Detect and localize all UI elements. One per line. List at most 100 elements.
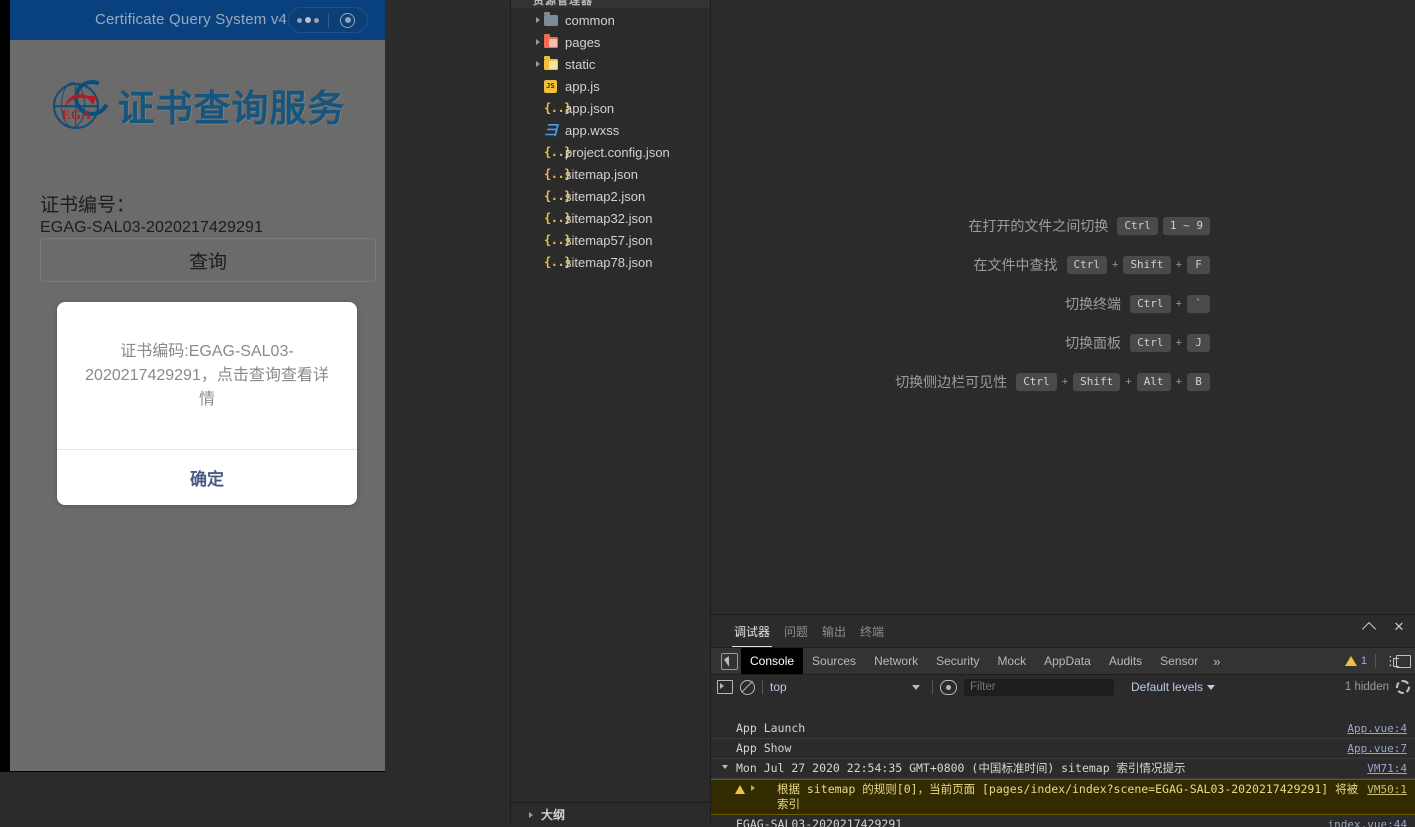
file-tree-item-label: app.wxss — [565, 122, 620, 138]
file-tree-item[interactable]: {..} sitemap78.json — [511, 251, 710, 273]
file-tree-item-label: sitemap32.json — [565, 210, 653, 226]
chevron-right-icon[interactable] — [531, 9, 544, 31]
devtools-tab-1[interactable]: 调试器 — [727, 623, 777, 647]
devtools-panel-tab[interactable]: Audits — [1100, 648, 1151, 674]
js-file-icon: JS — [544, 79, 563, 93]
more-dots-icon[interactable] — [289, 17, 328, 23]
file-tree[interactable]: common pages static JS app.js {..} app.json 彐 ap… — [511, 9, 710, 273]
close-panel-button[interactable]: ✕ — [1391, 619, 1407, 635]
warning-triangle-icon — [1344, 656, 1357, 666]
key-joiner: + — [1175, 337, 1182, 349]
chevron-down-icon[interactable] — [722, 765, 728, 769]
more-panels-button[interactable]: » — [1207, 654, 1226, 669]
devtools-tab-3[interactable]: 输出 — [815, 623, 853, 647]
log-levels-select[interactable]: Default levels — [1131, 680, 1216, 694]
file-tree-item[interactable]: {..} app.json — [511, 97, 710, 119]
miniprogram-titlebar: Certificate Query System v4.1 — [10, 0, 385, 40]
execution-context-select[interactable]: top — [770, 680, 925, 694]
file-tree-item[interactable]: {..} sitemap57.json — [511, 229, 710, 251]
devtools-panel-tab[interactable]: AppData — [1035, 648, 1100, 674]
expand-arrow-icon[interactable] — [751, 785, 755, 791]
chevron-right-icon — [529, 812, 541, 818]
hidden-messages-count: 1 hidden — [1344, 681, 1389, 693]
log-levels-label: Default levels — [1131, 680, 1204, 694]
console-row-text: 根据 sitemap 的规则[0]，当前页面 [pages/index/inde… — [777, 782, 1359, 811]
devtools-panel-tab[interactable]: Mock — [988, 648, 1035, 674]
keycap: Ctrl — [1016, 373, 1057, 391]
file-tree-item[interactable]: {..} project.config.json — [511, 141, 710, 163]
simulator-phone: Certificate Query System v4.1 EGA 证书查询服务… — [10, 0, 385, 771]
inspect-element-button[interactable] — [717, 651, 741, 671]
gear-icon[interactable] — [1396, 680, 1410, 694]
console-row-source[interactable]: App.vue:7 — [1347, 741, 1415, 756]
console-row-source[interactable]: VM50:1 — [1367, 782, 1415, 797]
chevron-right-icon[interactable] — [531, 31, 544, 53]
devtools-window-buttons: ✕ — [1361, 619, 1407, 636]
shortcut-label: 在打开的文件之间切换 — [968, 218, 1109, 234]
target-circle-icon[interactable] — [329, 12, 368, 28]
console-row[interactable]: App Show App.vue:7 — [711, 739, 1415, 759]
key-joiner: + — [1125, 376, 1132, 388]
keycap: Ctrl — [1130, 295, 1171, 313]
capsule-button[interactable] — [288, 7, 368, 33]
file-tree-item[interactable]: {..} sitemap32.json — [511, 207, 710, 229]
key-joiner: + — [1175, 376, 1182, 388]
file-tree-item[interactable]: JS app.js — [511, 75, 710, 97]
shortcut-row: 切换面板 Ctrl + J — [895, 333, 1210, 353]
keycap: Shift — [1123, 256, 1171, 274]
devtools-panel-tab[interactable]: Security — [927, 648, 988, 674]
logo-text: EGA — [61, 107, 92, 122]
devtools-panel-tab[interactable]: Sensor — [1151, 648, 1207, 674]
console-row[interactable]: EGAG-SAL03-2020217429291 index.vue:44 — [711, 815, 1415, 827]
json-file-icon: {..} — [544, 167, 571, 181]
execution-context-value: top — [770, 680, 787, 694]
file-tree-item[interactable]: {..} sitemap.json — [511, 163, 710, 185]
file-tree-item[interactable]: pages — [511, 31, 710, 53]
key-joiner: + — [1175, 298, 1182, 310]
live-expression-icon[interactable] — [940, 679, 957, 695]
collapse-panel-button[interactable] — [1361, 619, 1377, 636]
outline-section[interactable]: 大纲 — [511, 802, 710, 826]
devtools-tab-4[interactable]: 终端 — [853, 623, 891, 647]
dock-side-icon[interactable] — [1393, 654, 1411, 668]
file-tree-item[interactable]: common — [511, 9, 710, 31]
query-button[interactable]: 查询 — [40, 238, 376, 282]
console-row-source[interactable]: VM71:4 — [1367, 761, 1415, 776]
devtools-panel-tab[interactable]: Network — [865, 648, 927, 674]
devtools-status-area: 1 ⋮ — [1344, 648, 1411, 674]
dialog-message: 证书编码:EGAG-SAL03-2020217429291，点击查询查看详情 — [85, 342, 329, 408]
warning-triangle-icon — [735, 785, 745, 794]
console-sidebar-icon[interactable] — [717, 680, 733, 694]
keycap: J — [1187, 334, 1210, 352]
certificate-number-input[interactable]: EGAG-SAL03-2020217429291 — [40, 219, 263, 237]
devtools-panel-tabbar[interactable]: Console Sources Network Security Mock AppData… — [711, 647, 1415, 674]
console-output[interactable]: App Launch App.vue:4 App Show App.vue:7 Mon … — [711, 719, 1415, 827]
console-filter-input[interactable] — [964, 678, 1114, 696]
console-row[interactable]: App Launch App.vue:4 — [711, 719, 1415, 739]
keycap: 1 ~ 9 — [1162, 217, 1210, 235]
file-tree-item[interactable]: static — [511, 53, 710, 75]
file-tree-item[interactable]: 彐 app.wxss — [511, 119, 710, 141]
chevron-right-icon[interactable] — [531, 53, 544, 75]
dialog-confirm-button[interactable]: 确定 — [57, 450, 357, 505]
devtools-tab-2[interactable]: 问题 — [777, 623, 815, 647]
console-row[interactable]: Mon Jul 27 2020 22:54:35 GMT+0800 (中国标准时… — [711, 759, 1415, 779]
devtools-panel-tab[interactable]: Console — [741, 648, 804, 674]
file-tree-item[interactable]: {..} sitemap2.json — [511, 185, 710, 207]
keycap: Ctrl — [1066, 256, 1107, 274]
console-row-text: App Show — [736, 741, 792, 755]
shortcut-row: 在文件中查找 Ctrl + Shift + F — [895, 255, 1210, 275]
file-tree-item-label: static — [565, 56, 596, 72]
console-row-source[interactable]: App.vue:4 — [1347, 721, 1415, 736]
clear-console-icon[interactable] — [740, 679, 755, 695]
shortcut-label: 在文件中查找 — [973, 257, 1058, 273]
devtools-panel-tab[interactable]: Sources — [803, 648, 865, 674]
kebab-menu-icon[interactable]: ⋮ — [1384, 654, 1397, 667]
devtools-tabbar[interactable]: 调试器 问题 输出 终端 ✕ — [711, 615, 1415, 647]
devtools-panel: 调试器 问题 输出 终端 ✕ Console Sources Network Securit… — [711, 614, 1415, 827]
outline-label: 大纲 — [541, 808, 566, 822]
console-row[interactable]: 根据 sitemap 的规则[0]，当前页面 [pages/index/inde… — [711, 779, 1415, 815]
warning-count-badge[interactable]: 1 — [1344, 655, 1367, 667]
